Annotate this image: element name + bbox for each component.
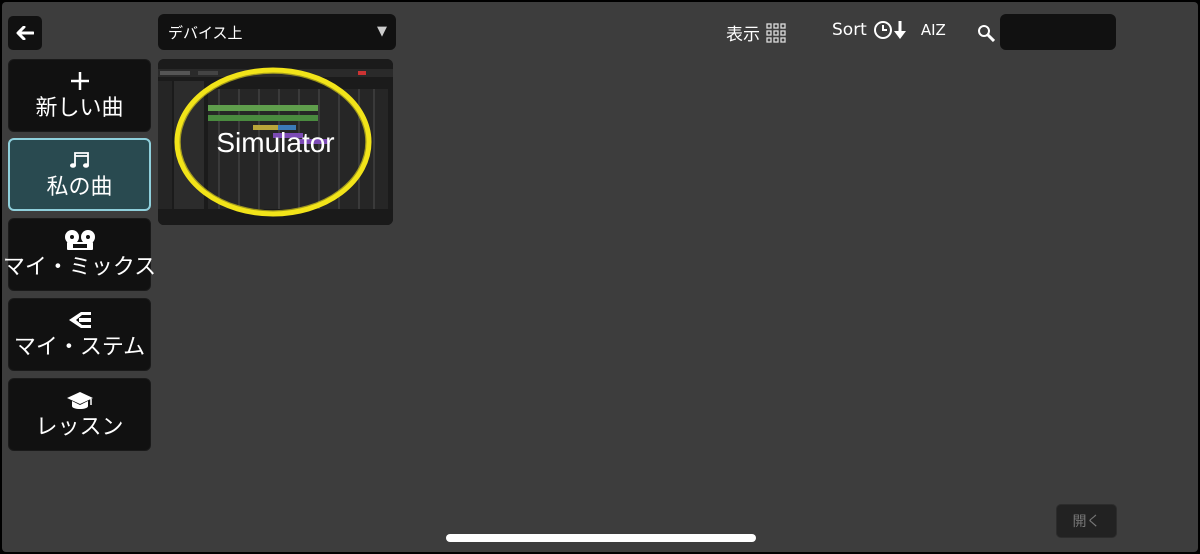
sort-by-date-button[interactable] — [873, 20, 907, 40]
sort-control: Sort AIZ — [832, 20, 946, 40]
stems-icon — [67, 309, 93, 331]
clock-icon — [873, 21, 892, 39]
open-button[interactable]: 開く — [1056, 504, 1117, 538]
view-toggle[interactable]: 表示 — [726, 20, 786, 45]
location-select-value: デバイス上 — [168, 23, 243, 42]
search-input[interactable] — [1000, 14, 1116, 50]
sort-alphabetical-button[interactable]: AIZ — [921, 21, 946, 39]
sidebar-item-label: 私の曲 — [46, 174, 113, 200]
sidebar-item-lessons[interactable]: レッスン — [8, 378, 151, 451]
back-button[interactable] — [8, 16, 42, 50]
sidebar-item-label: レッスン — [35, 414, 124, 440]
app-screen: 新しい曲 私の曲 マイ・ミックス マイ・ステム レッスン デバイス上 ▼ 表示 … — [2, 2, 1198, 552]
arrow-down-icon — [893, 21, 906, 39]
sidebar-item-label: マイ・ステム — [13, 334, 146, 360]
sidebar-item-my-stems[interactable]: マイ・ステム — [8, 298, 151, 371]
sidebar-item-label: 新しい曲 — [35, 95, 124, 121]
sort-label: Sort — [832, 20, 867, 40]
sidebar-item-my-mix[interactable]: マイ・ミックス — [3, 218, 156, 291]
song-title: Simulator — [216, 127, 335, 158]
grid-icon — [766, 22, 786, 43]
sidebar-item-new-song[interactable]: 新しい曲 — [8, 59, 151, 132]
location-select[interactable]: デバイス上 ▼ — [158, 14, 396, 50]
song-card[interactable]: Simulator — [158, 59, 393, 225]
search-icon — [978, 25, 995, 42]
triangle-down-icon: ▼ — [377, 24, 387, 39]
graduation-cap-icon — [66, 389, 94, 411]
arrow-left-icon — [16, 26, 34, 40]
view-label: 表示 — [726, 25, 760, 45]
sidebar-item-label: マイ・ミックス — [2, 254, 157, 280]
music-note-icon — [68, 149, 92, 171]
reel-icon — [63, 229, 97, 251]
plus-icon — [70, 70, 90, 92]
home-indicator[interactable] — [446, 534, 756, 542]
sidebar-item-my-songs[interactable]: 私の曲 — [8, 138, 151, 211]
